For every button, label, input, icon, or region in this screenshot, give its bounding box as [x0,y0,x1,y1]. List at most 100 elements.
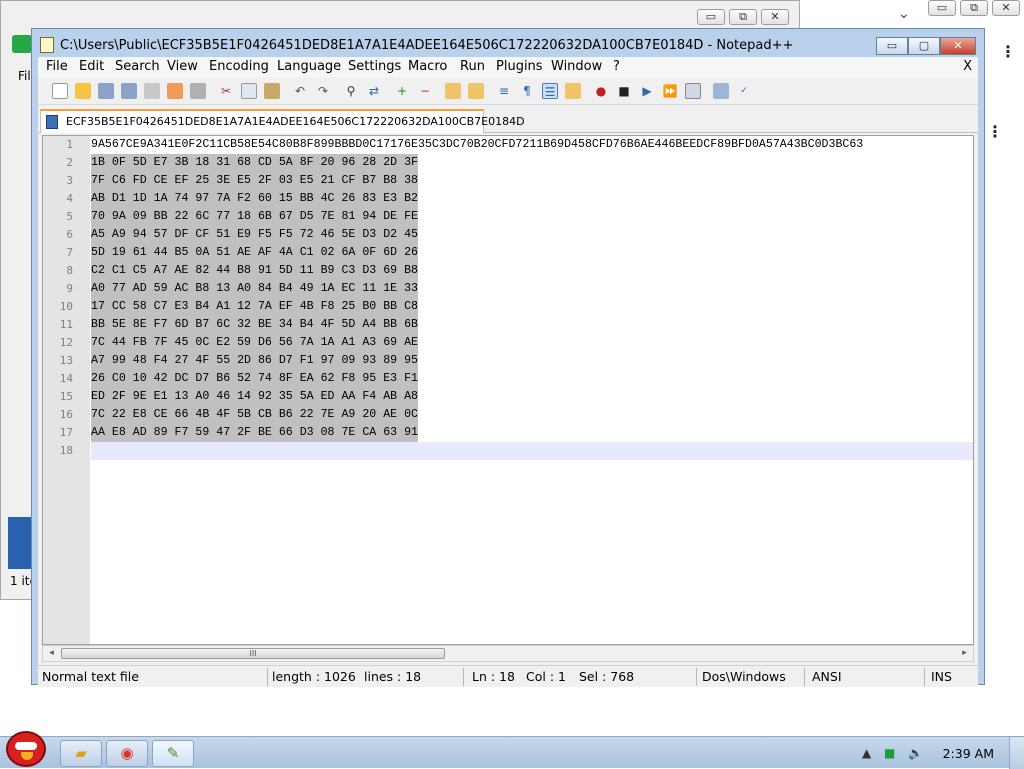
code-line-selected: AA E8 AD 89 F7 59 47 2F BE 66 D3 08 7E C… [91,424,418,442]
code-line-selected: AB D1 1D 1A 74 97 7A F2 60 15 BB 4C 26 8… [91,190,418,208]
line-number: 7 [66,246,73,259]
scroll-right-icon[interactable]: ▸ [956,646,973,661]
indent-guide-icon[interactable]: ☰ [542,83,558,99]
tray-expand-icon[interactable]: ▲ [862,746,871,760]
tray-volume-icon[interactable]: 🔈 [908,746,923,760]
taskbar: ▰ ◉ ✎ ▲ ■ 🔈 2:39 AM [0,731,1024,769]
menu-encoding[interactable]: Encoding [209,59,269,74]
line-number: 11 [59,318,73,331]
menu-language[interactable]: Language [277,59,341,74]
start-button-bird-icon[interactable] [6,731,46,767]
print-icon[interactable] [190,83,206,99]
sync-horizontal-icon[interactable] [468,83,484,99]
save-all-icon[interactable] [121,83,137,99]
window-controls: ▭ ▢ ✕ [876,37,976,55]
show-all-chars-icon[interactable]: ¶ [519,83,535,99]
menu-window[interactable]: Window [551,59,602,74]
cut-icon[interactable]: ✂ [218,83,234,99]
tab-document[interactable]: ECF35B5E1F0426451DED8E1A7A1E4ADEE164E506… [40,109,525,133]
new-file-icon[interactable] [52,83,68,99]
taskbar-clock[interactable]: 2:39 AM [943,746,994,761]
menu-help[interactable]: ? [613,59,620,74]
menu-search[interactable]: Search [115,59,160,74]
menu-macro[interactable]: Macro [408,59,447,74]
line-number: 9 [66,282,73,295]
close-icon[interactable] [144,83,160,99]
chevron-down-icon[interactable]: ⌄ [898,6,910,22]
plugin-icon[interactable] [713,83,729,99]
editor-area[interactable]: 1 2 3 4 5 6 7 8 9 10 11 12 13 14 15 16 1… [42,135,974,645]
notepad-window: C:\Users\Public\ECF35B5E1F0426451DED8E1A… [31,28,985,687]
line-number: 13 [59,354,73,367]
current-line-highlight [91,442,973,460]
menu-run[interactable]: Run [460,59,485,74]
line-number: 17 [59,426,73,439]
bg2-maximize-button[interactable]: ⧉ [960,0,988,16]
code-line-selected: 26 C0 10 42 DC D7 B6 52 74 8F EA 62 F8 9… [91,370,418,388]
taskbar-notepadpp-button[interactable]: ✎ [152,740,194,767]
line-number: 4 [66,192,73,205]
horizontal-scrollbar[interactable]: ◂ III ▸ [42,645,974,662]
minimize-button[interactable]: ▭ [876,37,908,55]
function-list-icon[interactable] [565,83,581,99]
code-line-selected: A7 99 48 F4 27 4F 55 2D 86 D7 F1 97 09 9… [91,352,418,370]
taskbar-chrome-button[interactable]: ◉ [106,740,148,767]
close-all-icon[interactable] [167,83,183,99]
bird-beak [21,752,33,760]
run-macro-multiple-icon[interactable]: ⏩ [662,83,678,99]
stop-macro-icon[interactable]: ■ [616,83,632,99]
menu-file[interactable]: File [46,59,68,74]
play-macro-icon[interactable]: ▶ [639,83,655,99]
replace-icon[interactable]: ⇄ [366,83,382,99]
menu-plugins[interactable]: Plugins [496,59,543,74]
line-number: 14 [59,372,73,385]
bg2-minimize-button[interactable]: ▭ [928,0,956,16]
status-encoding: ANSI [812,669,842,684]
menu-view[interactable]: View [167,59,198,74]
line-number: 12 [59,336,73,349]
code-line-selected: ED 2F 9E E1 13 A0 46 14 92 35 5A ED AA F… [91,388,418,406]
save-macro-icon[interactable] [685,83,701,99]
taskbar-explorer-button[interactable]: ▰ [60,740,102,767]
status-divider [696,668,697,686]
tab-bar: ECF35B5E1F0426451DED8E1A7A1E4ADEE164E506… [38,105,978,133]
zoom-in-icon[interactable]: + [394,83,410,99]
code-line-selected: 7F C6 FD CE EF 25 3E E5 2F 03 E5 21 CF B… [91,172,418,190]
redo-icon[interactable]: ↷ [315,83,331,99]
undo-icon[interactable]: ↶ [292,83,308,99]
code-line-selected: A0 77 AD 59 AC B8 13 A0 84 B4 49 1A EC 1… [91,280,418,298]
bg-close-button[interactable]: ✕ [761,9,789,25]
save-icon[interactable] [98,83,114,99]
close-button[interactable]: ✕ [940,37,976,55]
code-line-selected: A5 A9 94 57 DF CF 51 E9 F5 F5 72 46 5E D… [91,226,418,244]
copy-icon[interactable] [241,83,257,99]
maximize-button[interactable]: ▢ [908,37,940,55]
find-icon[interactable]: ⚲ [343,83,359,99]
saved-file-icon [46,115,58,129]
line-number: 3 [66,174,73,187]
bg-maximize-button[interactable]: ⧉ [729,9,757,25]
zoom-out-icon[interactable]: − [417,83,433,99]
notepad-client: File Edit Search View Encoding Language … [38,57,978,687]
scroll-thumb[interactable]: III [61,648,445,659]
bg-minimize-button[interactable]: ▭ [697,9,725,25]
record-macro-icon[interactable]: ● [593,83,609,99]
paste-icon[interactable] [264,83,280,99]
menu-bar: File Edit Search View Encoding Language … [38,57,978,77]
close-document-button[interactable]: X [963,59,972,74]
bird-eyes [15,742,37,750]
toolbar: ✂ ↶ ↷ ⚲ ⇄ + − ≡ ¶ ☰ ● ■ ▶ ⏩ ✓ [38,77,978,105]
sync-vertical-icon[interactable] [445,83,461,99]
scroll-left-icon[interactable]: ◂ [43,646,60,661]
line-number: 5 [66,210,73,223]
bg2-close-button[interactable]: ✕ [992,0,1020,16]
more-menu-icon[interactable]: ⋮ [1000,42,1016,61]
word-wrap-icon[interactable]: ≡ [496,83,512,99]
more-menu-icon-2[interactable]: ⋮ [987,122,1003,141]
spell-check-icon[interactable]: ✓ [736,83,752,99]
open-file-icon[interactable] [75,83,91,99]
menu-settings[interactable]: Settings [348,59,401,74]
menu-edit[interactable]: Edit [79,59,104,74]
show-desktop-button[interactable] [1009,737,1024,769]
tray-network-icon[interactable]: ■ [884,746,895,760]
